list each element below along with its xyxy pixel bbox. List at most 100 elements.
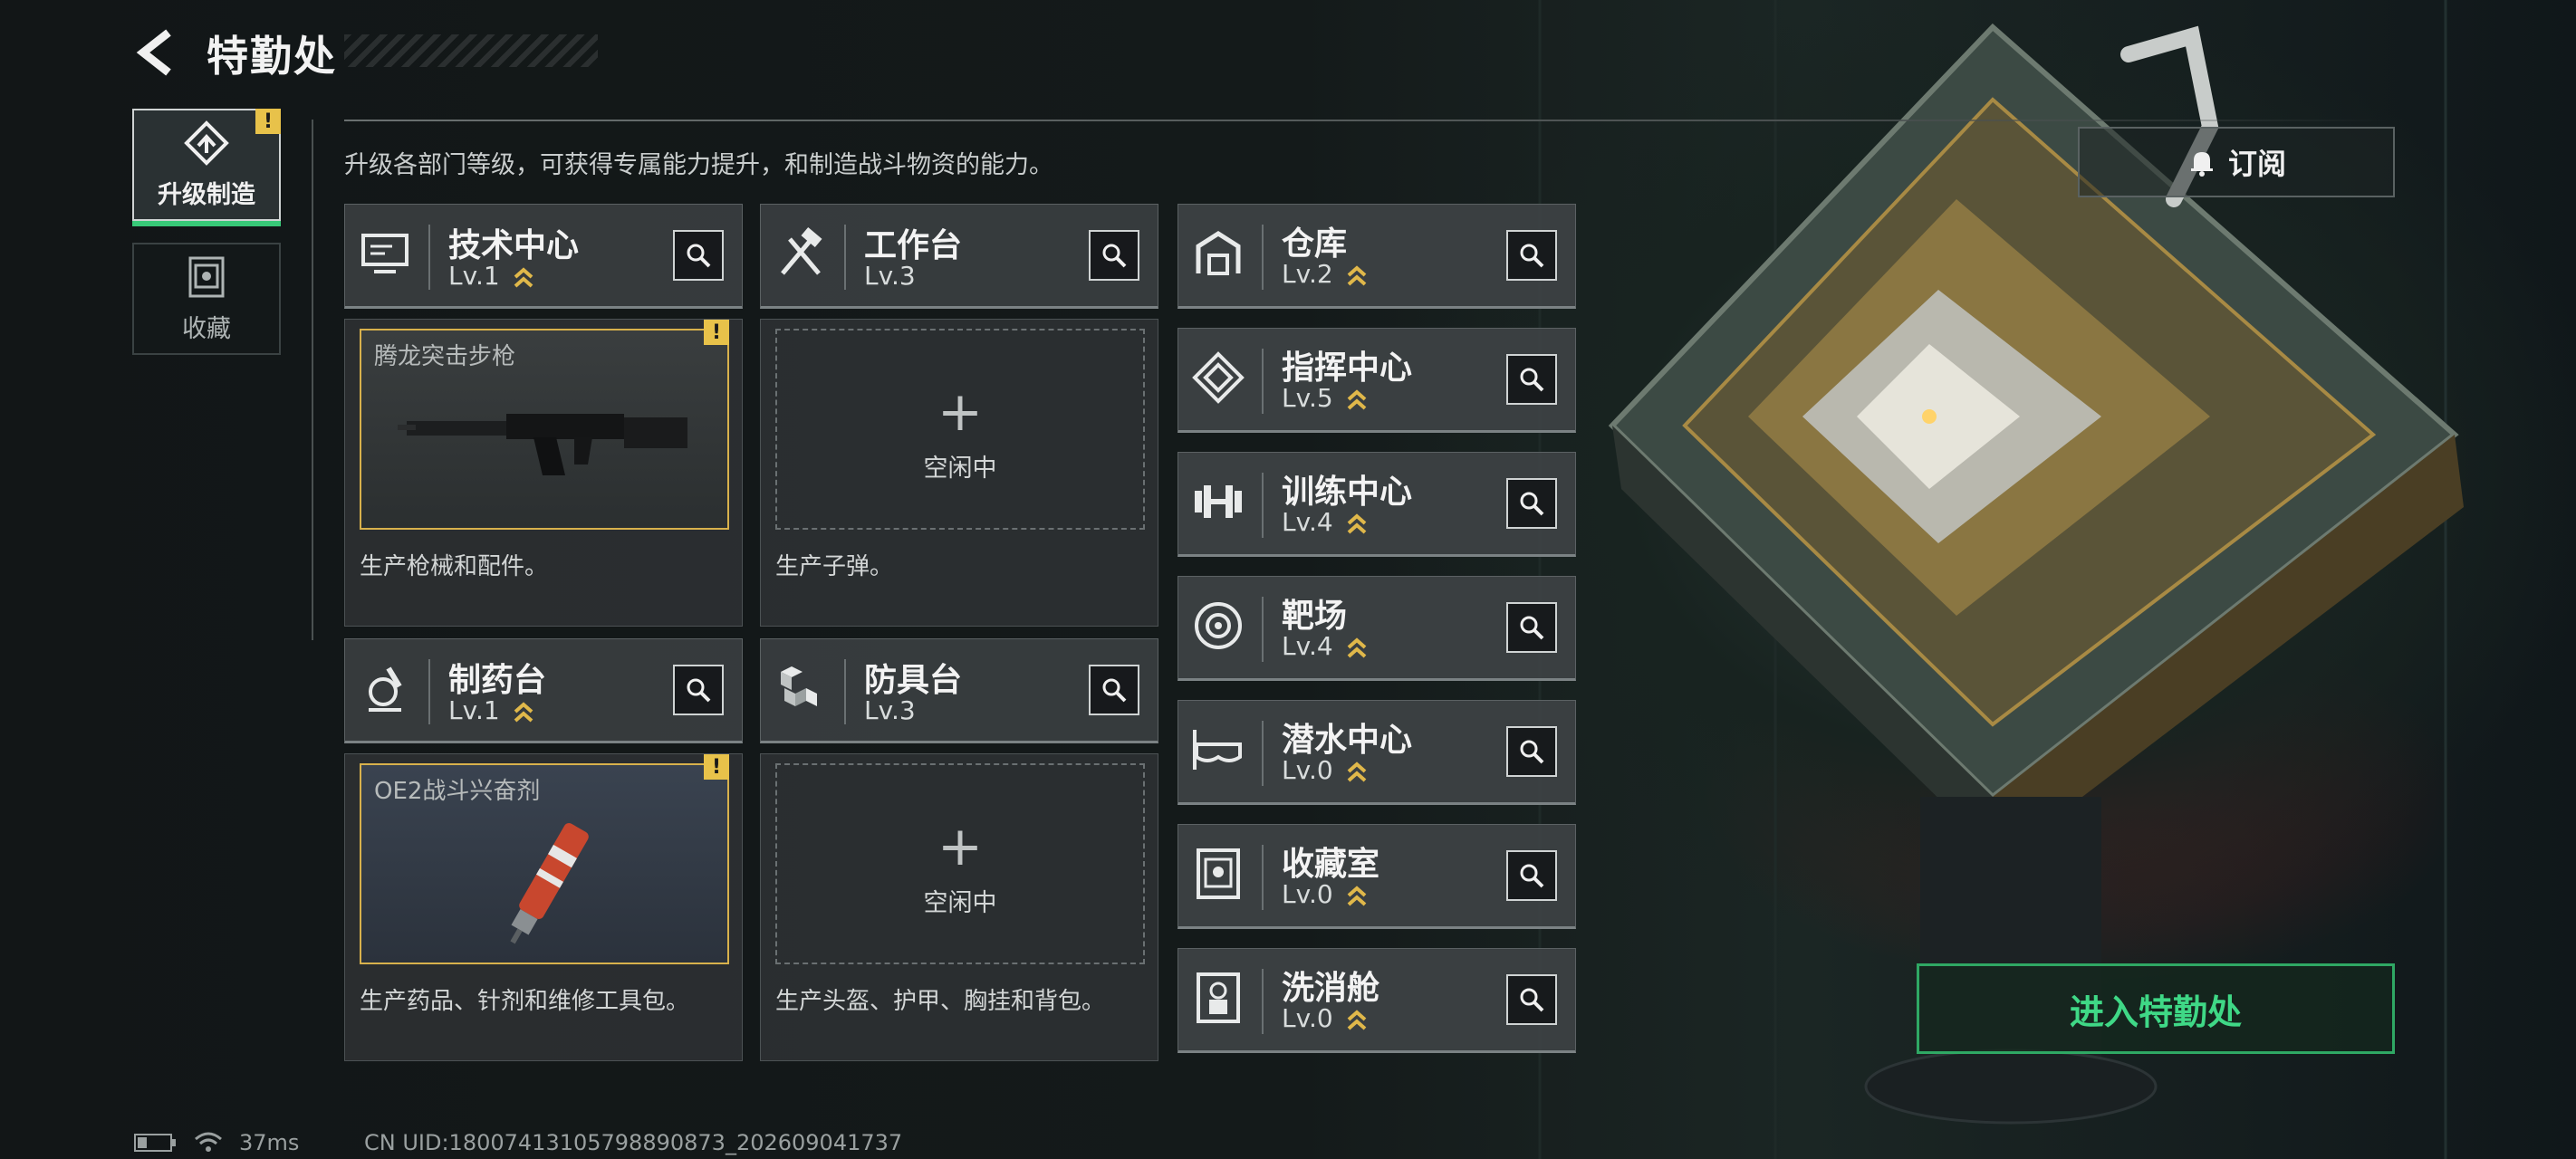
production-slot-empty[interactable]: + 空闲中 — [775, 763, 1145, 964]
search-icon — [1102, 678, 1127, 703]
search-button[interactable] — [1506, 478, 1557, 529]
stimulant-injector-image — [510, 823, 589, 944]
search-button[interactable] — [1089, 665, 1139, 715]
back-arrow-icon[interactable] — [130, 25, 185, 80]
search-icon — [1520, 368, 1544, 392]
dept-collection-room[interactable]: 收藏室 Lv.0 — [1177, 824, 1576, 929]
workshop-level: Lv.3 — [864, 261, 916, 291]
search-icon — [1520, 864, 1544, 888]
dept-name: 潜水中心 — [1282, 722, 1413, 759]
search-icon — [1520, 988, 1544, 1012]
dept-shooting-range[interactable]: 靶场 Lv.4 — [1177, 576, 1576, 681]
upgrade-chevron-icon — [1347, 389, 1367, 410]
armor-cubes-icon — [781, 666, 817, 706]
workshop-armor-bench[interactable]: 防具台 Lv.3 — [760, 638, 1158, 743]
separator — [1262, 721, 1264, 786]
alert-badge: ! — [704, 754, 729, 780]
page-title: 特勤处 — [207, 32, 337, 81]
alert-badge: ! — [255, 109, 281, 134]
dept-decon-chamber[interactable]: 洗消舱 Lv.0 — [1177, 948, 1576, 1053]
dept-name: 仓库 — [1282, 225, 1348, 263]
workshop-description: 生产药品、针剂和维修工具包。 — [360, 988, 690, 1015]
dept-level: Lv.0 — [1282, 755, 1333, 785]
upgrade-chevron-icon — [1347, 761, 1367, 782]
separator — [428, 659, 430, 724]
tab-collection[interactable]: 收藏 — [132, 243, 281, 355]
production-slot[interactable]: OE2战斗兴奋剂 — [360, 763, 729, 964]
bell-icon — [2190, 152, 2213, 177]
workshop-description: 生产头盔、护甲、胸挂和背包。 — [775, 988, 1106, 1015]
tab-label: 收藏 — [182, 314, 231, 343]
search-button[interactable] — [673, 230, 724, 281]
search-button[interactable] — [1506, 354, 1557, 405]
workshop-panel: + 空闲中 生产子弹。 — [760, 319, 1158, 627]
collection-icon — [188, 256, 225, 297]
rifle-image — [398, 414, 687, 475]
search-button[interactable] — [1089, 230, 1139, 281]
search-button[interactable] — [1506, 230, 1557, 281]
dept-training-center[interactable]: 训练中心 Lv.4 — [1177, 452, 1576, 557]
search-button[interactable] — [1506, 850, 1557, 901]
tools-icon — [781, 226, 822, 275]
workshop-pharmacy[interactable]: 制药台 Lv.1 — [344, 638, 743, 743]
page-description: 升级各部门等级，可获得专属能力提升，和制造战斗物资的能力。 — [344, 151, 1053, 179]
dept-level: Lv.0 — [1282, 879, 1333, 909]
dept-warehouse[interactable]: 仓库 Lv.2 — [1177, 204, 1576, 309]
dept-level: Lv.4 — [1282, 507, 1333, 537]
separator — [1262, 349, 1264, 414]
workshop-panel: 腾龙突击步枪 ! 生产枪械和配件。 — [344, 319, 743, 627]
microscope-icon — [369, 666, 402, 712]
workshop-workbench[interactable]: 工作台 Lv.3 — [760, 204, 1158, 309]
production-slot-empty[interactable]: + 空闲中 — [775, 329, 1145, 530]
dept-name: 靶场 — [1282, 598, 1348, 635]
workshop-level: Lv.3 — [864, 695, 916, 725]
tab-label: 升级制造 — [158, 180, 255, 209]
production-slot[interactable]: 腾龙突击步枪 — [360, 329, 729, 530]
user-uid: CN UID:18007413105798890873_202609041737 — [364, 1130, 903, 1155]
tab-upgrade-craft[interactable]: 升级制造 ! — [132, 109, 281, 226]
enter-special-ops-button[interactable]: 进入特勤处 — [1917, 963, 2395, 1054]
monitor-icon — [361, 234, 409, 273]
workshop-name: 工作台 — [864, 227, 963, 264]
separator — [1262, 473, 1264, 538]
workshop-panel: + 空闲中 生产头盔、护甲、胸挂和背包。 — [760, 753, 1158, 1061]
battery-icon — [134, 1134, 176, 1152]
upgrade-chevron-icon — [1347, 886, 1367, 906]
separator — [428, 225, 430, 290]
dept-name: 收藏室 — [1282, 846, 1380, 883]
enter-label: 进入特勤处 — [2069, 991, 2242, 1032]
dept-level: Lv.5 — [1282, 383, 1333, 413]
workshop-tech-center[interactable]: 技术中心 Lv.1 — [344, 204, 743, 309]
subscribe-button[interactable]: 订阅 — [2078, 127, 2395, 197]
workshop-description: 生产子弹。 — [775, 553, 894, 580]
warehouse-icon — [1196, 231, 1241, 275]
dept-command-center[interactable]: 指挥中心 Lv.5 — [1177, 328, 1576, 433]
dept-diving-center[interactable]: 潜水中心 Lv.0 — [1177, 700, 1576, 805]
separator — [844, 225, 846, 290]
item-name: OE2战斗兴奋剂 — [374, 778, 541, 805]
search-button[interactable] — [1506, 602, 1557, 653]
dept-name: 训练中心 — [1282, 474, 1413, 511]
upgrade-chevron-icon — [514, 267, 533, 288]
upgrade-icon — [184, 120, 229, 166]
search-button[interactable] — [1506, 974, 1557, 1025]
ping-value: 37ms — [239, 1130, 300, 1155]
separator — [844, 659, 846, 724]
wifi-icon — [195, 1132, 222, 1152]
search-button[interactable] — [673, 665, 724, 715]
dept-level: Lv.2 — [1282, 259, 1333, 289]
search-icon — [1102, 244, 1127, 268]
idle-label: 空闲中 — [923, 455, 997, 483]
dept-name: 洗消舱 — [1282, 970, 1380, 1007]
subscribe-label: 订阅 — [2227, 147, 2286, 181]
idle-label: 空闲中 — [923, 889, 997, 917]
status-bar: 37ms — [134, 1130, 299, 1155]
search-icon — [1520, 616, 1544, 640]
search-button[interactable] — [1506, 726, 1557, 777]
decon-chamber-icon — [1197, 972, 1240, 1023]
upgrade-chevron-icon — [1347, 265, 1367, 286]
search-icon — [687, 678, 711, 703]
separator — [1262, 597, 1264, 662]
workshop-level: Lv.1 — [448, 261, 500, 291]
workshop-panel: OE2战斗兴奋剂 ! 生产药品、针剂和维修工具包。 — [344, 753, 743, 1061]
